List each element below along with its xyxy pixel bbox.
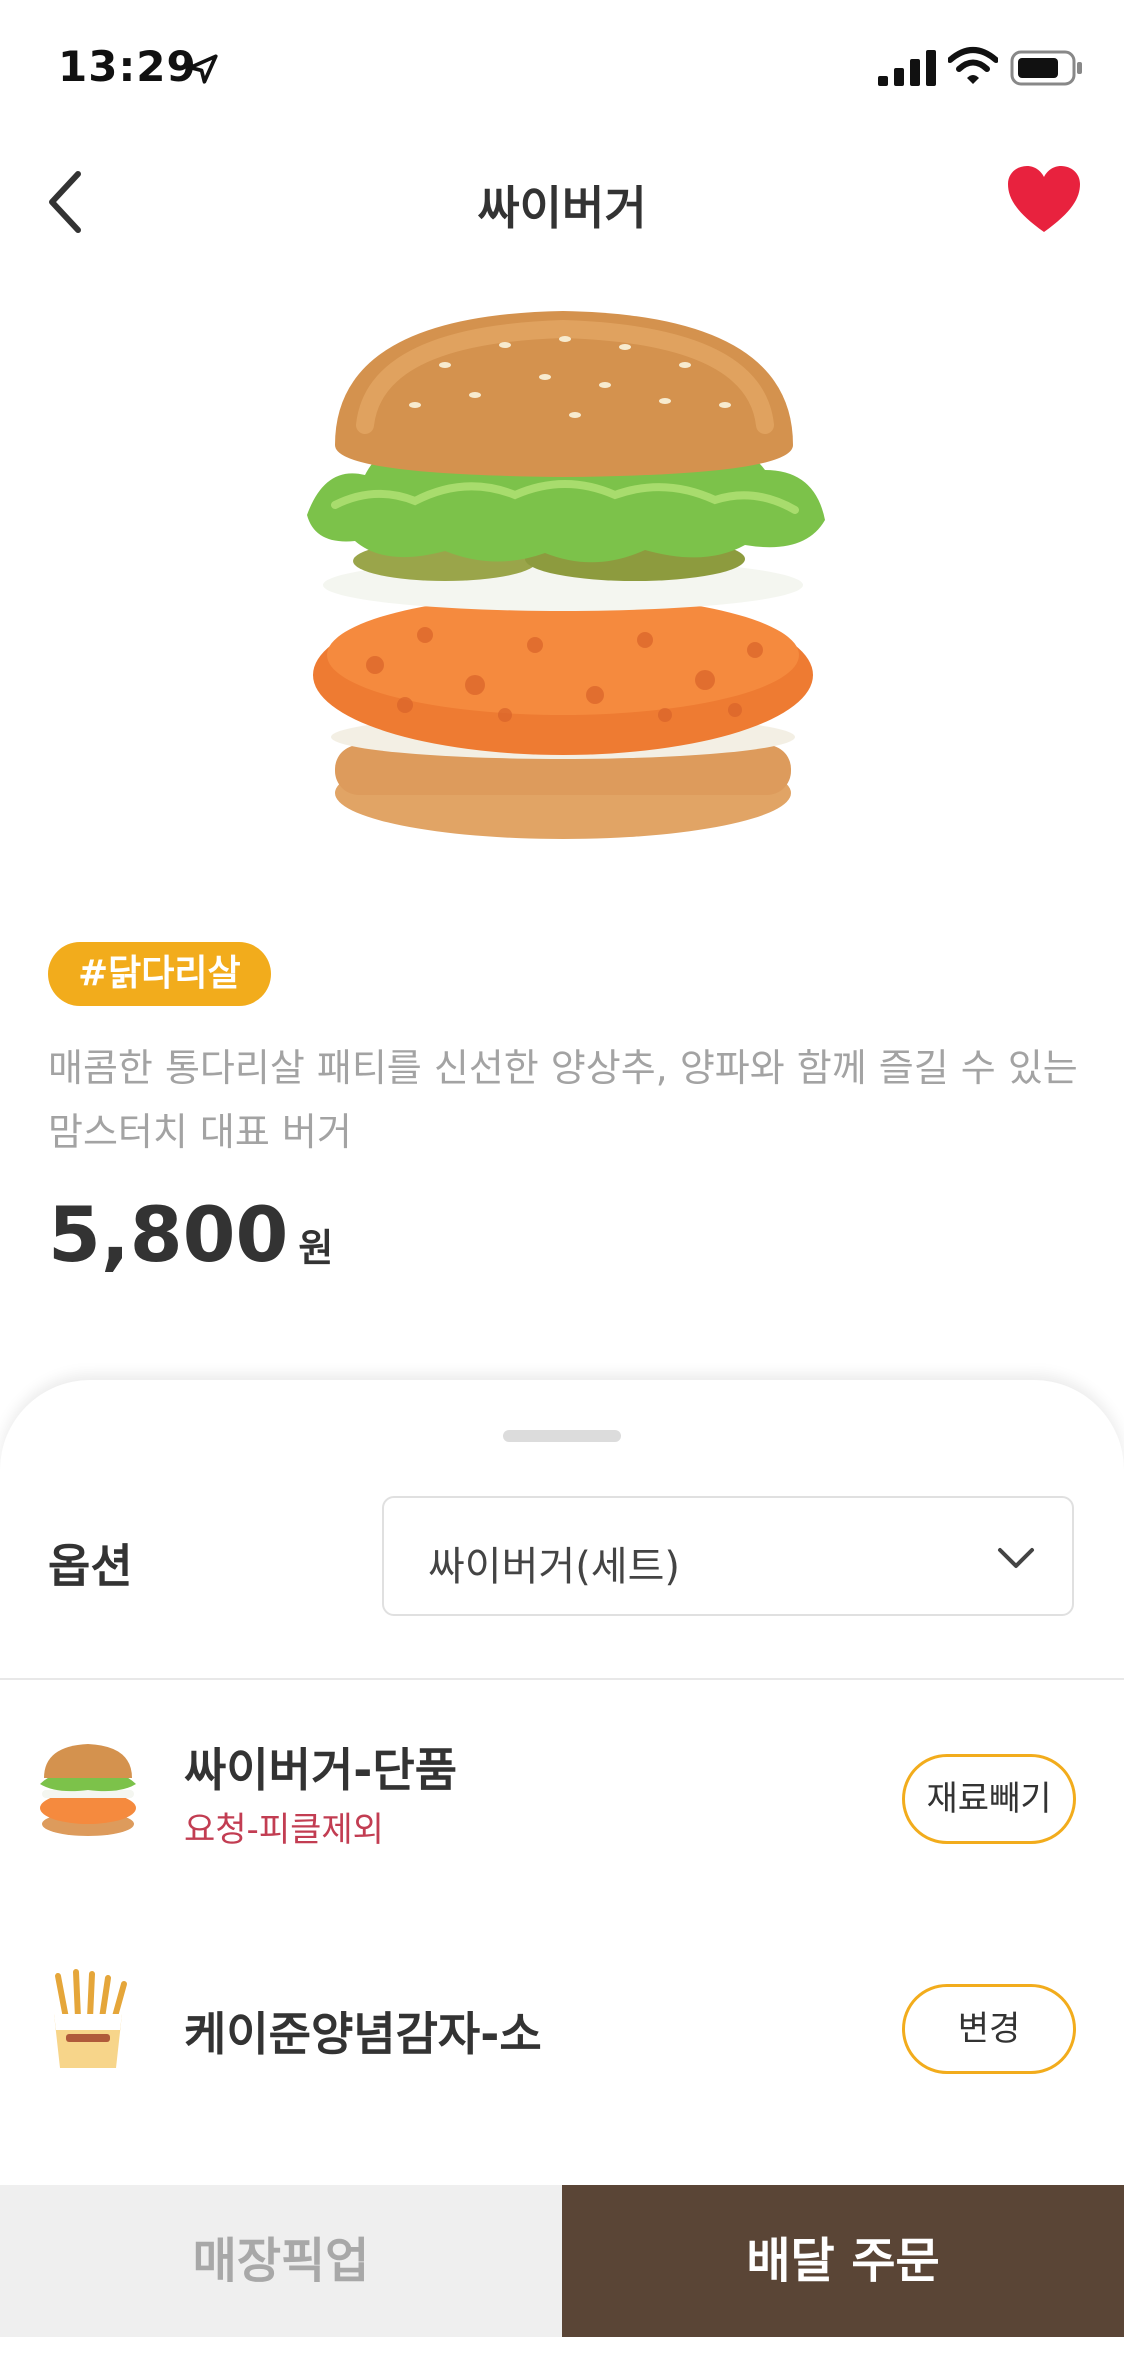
heart-icon[interactable] [1006, 164, 1082, 236]
status-bar: 13:29 [0, 0, 1124, 130]
wifi-icon [948, 47, 998, 84]
battery-icon [1010, 50, 1082, 86]
price-unit: 원 [298, 1226, 334, 1270]
page-title: 싸이버거 [477, 181, 647, 235]
price-value: 5,800 [48, 1190, 289, 1279]
burger-icon [40, 1744, 136, 1836]
store-pickup-button[interactable]: 매장픽업 [0, 2185, 562, 2337]
remove-ingredients-button[interactable]: 재료빼기 [902, 1754, 1076, 1844]
drag-handle[interactable] [503, 1430, 621, 1442]
divider [0, 1678, 1124, 1680]
product-description: 매콤한 통다리살 패티를 신선한 양상추, 양파와 함께 즐길 수 있는 맘스터… [48, 1046, 1078, 1154]
location-arrow-icon [188, 54, 218, 84]
tag-badge: #닭다리살 [48, 942, 271, 1006]
option-select[interactable]: 싸이버거(세트) [382, 1496, 1074, 1616]
price: 5,800 원 [48, 1190, 333, 1279]
delivery-order-button[interactable]: 배달 주문 [562, 2185, 1124, 2337]
list-item: 케이준양념감자-소 변경 [0, 1950, 1124, 2110]
fries-icon [54, 1969, 127, 2068]
option-label: 옵션 [48, 1539, 133, 1593]
status-time: 13:29 [58, 42, 197, 91]
item-name: 싸이버거-단품 [184, 1743, 458, 1797]
item-note: 요청-피클제외 [184, 1810, 384, 1850]
list-item: 싸이버거-단품 요청-피클제외 재료빼기 [0, 1720, 1124, 1880]
cellular-signal-icon [878, 50, 936, 86]
nav-bar: 싸이버거 [0, 150, 1124, 250]
chevron-down-icon [998, 1548, 1034, 1568]
item-name: 케이준양념감자-소 [184, 2007, 542, 2061]
bottom-action-bar: 매장픽업 배달 주문 [0, 2185, 1124, 2337]
change-button[interactable]: 변경 [902, 1984, 1076, 2074]
burger-image [307, 311, 825, 839]
option-select-value: 싸이버거(세트) [428, 1544, 681, 1590]
